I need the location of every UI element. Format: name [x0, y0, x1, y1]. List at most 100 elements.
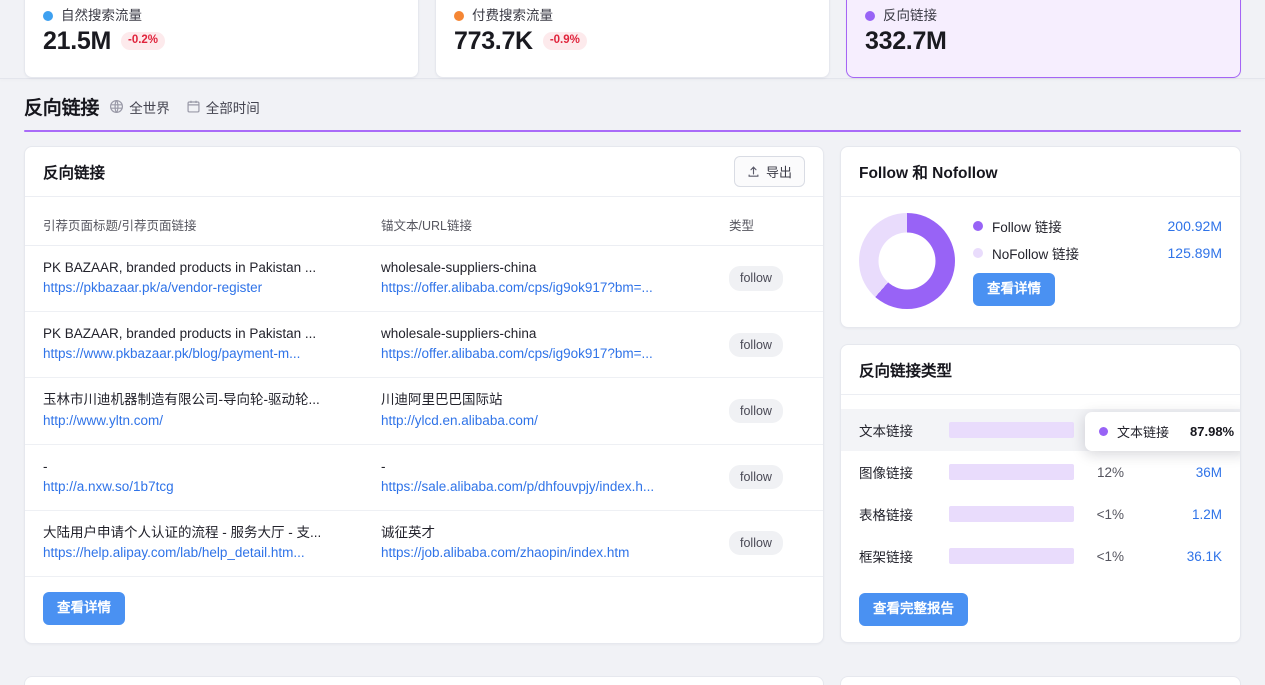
metric-card-organic-traffic[interactable]: 自然搜索流量 21.5M -0.2% [24, 0, 419, 78]
metric-dot-icon [865, 10, 875, 21]
metric-delta-badge: -0.2% [120, 32, 166, 50]
backlinks-panel-footer: 查看详情 [25, 577, 823, 643]
backlink-types-panel-title: 反向链接类型 [859, 362, 953, 380]
table-row[interactable]: PK BAZAAR, branded products in Pakistan … [25, 311, 823, 379]
legend-item-nofollow: NoFollow 链接 125.89M [973, 243, 1222, 263]
follow-nofollow-legend: Follow 链接 200.92M NoFollow 链接 125.89M 查看… [973, 216, 1222, 306]
tooltip-dot-icon [1099, 427, 1108, 436]
column-header-anchor: 锚文本/URL链接 [381, 197, 729, 246]
status-badge: follow [729, 398, 783, 424]
metric-value: 21.5M [43, 26, 111, 55]
bar-label: 文本链接 [859, 424, 913, 439]
source-url-link[interactable]: https://help.alipay.com/lab/help_detail.… [43, 543, 381, 564]
source-url-link[interactable]: https://pkbazaar.pk/a/vendor-register [43, 278, 381, 299]
follow-panel-cta-wrap: 查看详情 [973, 273, 1222, 306]
metric-dot-icon [43, 10, 53, 21]
export-button-label: 导出 [765, 165, 792, 180]
metric-value-row: 332.7M [865, 26, 1222, 55]
source-title: 大陆用户申请个人认证的流程 - 服务大厅 - 支... [43, 524, 322, 540]
source-title: 玉林市川迪机器制造有限公司-导向轮-驱动轮... [43, 392, 320, 408]
anchor-url-link[interactable]: https://sale.alibaba.com/p/dhfouvpjy/ind… [381, 477, 729, 498]
follow-nofollow-panel-title: Follow 和 Nofollow [859, 164, 998, 182]
legend-label: Follow 链接 [992, 220, 1062, 236]
anchor-url-link[interactable]: https://offer.alibaba.com/cps/ig9ok917?b… [381, 344, 729, 365]
anchor-url-link[interactable]: http://ylcd.en.alibaba.com/ [381, 411, 729, 432]
cell-anchor: wholesale-suppliers-china https://offer.… [381, 245, 729, 313]
column-header-source: 引荐页面标题/引荐页面链接 [25, 197, 381, 246]
bar-row-form-links[interactable]: 表格链接 <1% 1.2M [841, 493, 1240, 535]
next-section-peek [0, 672, 1265, 685]
metric-value-row: 773.7K -0.9% [454, 27, 811, 54]
source-title: PK BAZAAR, branded products in Pakistan … [43, 260, 317, 275]
backlink-types-panel-header: 反向链接类型 [841, 345, 1240, 395]
follow-nofollow-panel: Follow 和 Nofollow Follow 链接 200.92M NoFo… [840, 146, 1241, 328]
metric-card-paid-traffic[interactable]: 付费搜索流量 773.7K -0.9% [435, 0, 830, 78]
column-header-type: 类型 [729, 197, 823, 246]
metric-label: 自然搜索流量 [61, 8, 142, 24]
metric-card-backlinks[interactable]: 反向链接 332.7M [846, 0, 1241, 78]
backlinks-column: 反向链接 导出 引荐页面标题/引荐页面链接 锚文本/URL链接 类型 PK BA… [24, 146, 824, 644]
anchor-url-link[interactable]: https://offer.alibaba.com/cps/ig9ok917?b… [381, 278, 729, 299]
calendar-icon [186, 99, 201, 114]
bar-label: 表格链接 [859, 508, 913, 523]
backlinks-panel-title: 反向链接 [43, 164, 106, 182]
metric-delta-badge: -0.9% [542, 32, 587, 50]
cell-anchor: wholesale-suppliers-china https://offer.… [381, 311, 729, 379]
anchor-url-link[interactable]: https://job.alibaba.com/zhaopin/index.ht… [381, 543, 729, 564]
cell-source: - http://a.nxw.so/1b7tcg [25, 444, 381, 511]
source-url-link[interactable]: https://www.pkbazaar.pk/blog/payment-m..… [43, 344, 381, 365]
cell-type: follow [729, 510, 823, 577]
follow-nofollow-donut-chart [859, 213, 955, 309]
backlinks-panel-header: 反向链接 导出 [25, 147, 823, 197]
view-details-button[interactable]: 查看详情 [43, 591, 125, 625]
cell-anchor: - https://sale.alibaba.com/p/dhfouvpjy/i… [381, 444, 729, 511]
bar-value[interactable]: 36.1K [1136, 549, 1222, 564]
view-full-report-button[interactable]: 查看完整报告 [859, 593, 968, 626]
metric-label-row: 反向链接 [865, 9, 1222, 23]
time-filter[interactable]: 全部时间 [186, 97, 260, 117]
status-badge: follow [729, 266, 783, 291]
export-button[interactable]: 导出 [733, 156, 805, 187]
cell-source: PK BAZAAR, branded products in Pakistan … [25, 245, 381, 313]
source-url-link[interactable]: http://a.nxw.so/1b7tcg [43, 477, 381, 498]
metric-value-row: 21.5M -0.2% [43, 26, 400, 55]
status-badge: follow [729, 464, 783, 490]
bar-label: 图像链接 [859, 466, 913, 481]
metric-label: 反向链接 [883, 8, 937, 24]
legend-value[interactable]: 125.89M [1168, 245, 1222, 261]
backlink-types-chart: 文本链接 87.98% 图像链接 12% 36M 表格链接 [841, 395, 1240, 593]
backlink-types-panel: 反向链接类型 文本链接 87.98% 图像链接 12% [840, 344, 1241, 643]
page-title: 反向链接 [24, 98, 100, 119]
cell-anchor: 川迪阿里巴巴国际站 http://ylcd.en.alibaba.com/ [381, 377, 729, 445]
anchor-text: - [381, 458, 386, 474]
table-row[interactable]: PK BAZAAR, branded products in Pakistan … [25, 245, 823, 313]
source-url-link[interactable]: http://www.yltn.com/ [43, 411, 381, 432]
legend-dot-icon [973, 248, 983, 259]
bar-value[interactable]: 36M [1136, 465, 1222, 480]
cell-source: PK BAZAAR, branded products in Pakistan … [25, 311, 381, 379]
bar-value[interactable]: 1.2M [1136, 507, 1222, 522]
metric-value: 332.7M [865, 26, 947, 55]
bar-row-image-links[interactable]: 图像链接 12% 36M [841, 451, 1240, 493]
follow-nofollow-panel-header: Follow 和 Nofollow [841, 147, 1240, 197]
legend-item-follow: Follow 链接 200.92M [973, 216, 1222, 236]
view-details-button[interactable]: 查看详情 [973, 273, 1055, 306]
bar-percent: <1% [1096, 548, 1124, 564]
scope-filter[interactable]: 全世界 [109, 97, 170, 117]
upload-icon [747, 165, 760, 178]
table-row[interactable]: 玉林市川迪机器制造有限公司-导向轮-驱动轮... http://www.yltn… [25, 377, 823, 445]
backlinks-panel: 反向链接 导出 引荐页面标题/引荐页面链接 锚文本/URL链接 类型 PK BA… [24, 146, 824, 644]
backlinks-table-head: 引荐页面标题/引荐页面链接 锚文本/URL链接 类型 [25, 197, 823, 246]
anchor-text: 诚征英才 [381, 524, 435, 540]
backlinks-table-body: PK BAZAAR, branded products in Pakistan … [25, 245, 823, 577]
metrics-strip: 自然搜索流量 21.5M -0.2% 付费搜索流量 773.7K -0.9% 反… [0, 0, 1265, 78]
bar-track [949, 548, 1074, 564]
table-row[interactable]: 大陆用户申请个人认证的流程 - 服务大厅 - 支... https://help… [25, 510, 823, 577]
cell-type: follow [729, 245, 823, 313]
bar-track [949, 464, 1074, 480]
legend-value[interactable]: 200.92M [1168, 218, 1222, 234]
bar-row-frame-links[interactable]: 框架链接 <1% 36.1K [841, 535, 1240, 577]
legend-dot-icon [973, 221, 983, 232]
table-row[interactable]: - http://a.nxw.so/1b7tcg - https://sale.… [25, 444, 823, 511]
cell-type: follow [729, 311, 823, 379]
